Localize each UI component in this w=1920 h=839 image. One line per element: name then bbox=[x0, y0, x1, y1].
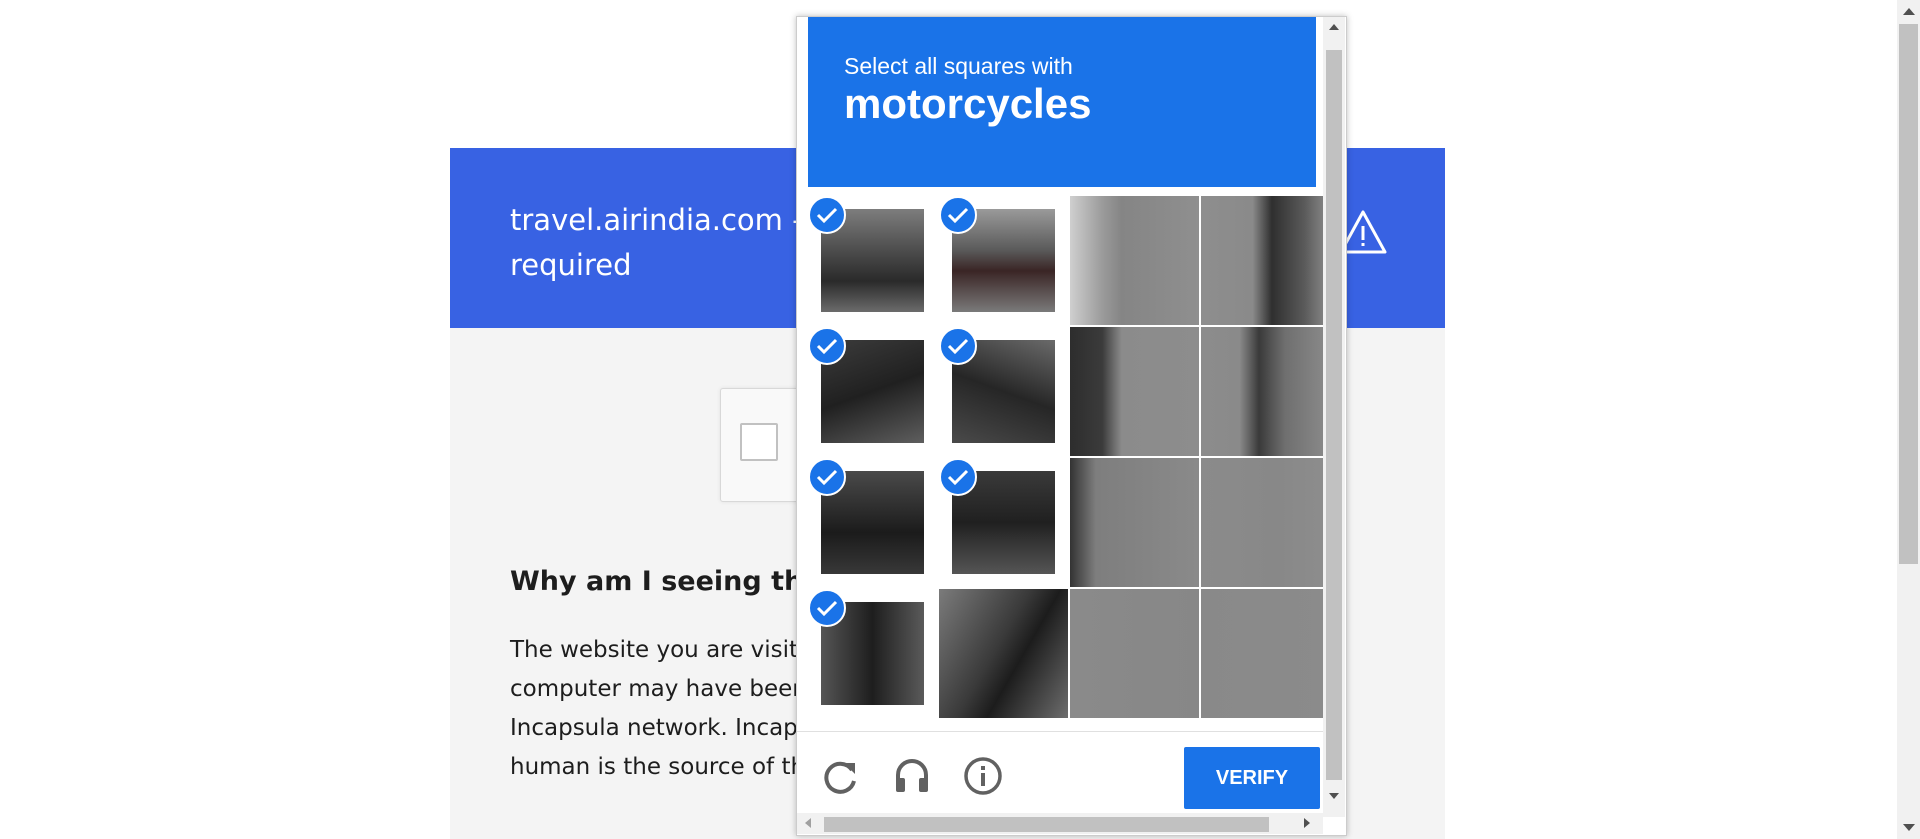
captcha-scroll-down-icon[interactable] bbox=[1329, 793, 1339, 799]
tile-image bbox=[1070, 458, 1199, 587]
captcha-horizontal-scroll-thumb[interactable] bbox=[824, 817, 1269, 832]
tile-image bbox=[1070, 327, 1199, 456]
captcha-tile[interactable] bbox=[1201, 458, 1330, 587]
section-heading: Why am I seeing th bbox=[510, 566, 804, 597]
captcha-tile[interactable] bbox=[939, 458, 1068, 587]
captcha-tile[interactable] bbox=[1070, 589, 1199, 718]
captcha-tile[interactable] bbox=[1201, 327, 1330, 456]
challenge-instructions: Select all squares with motorcycles bbox=[808, 17, 1316, 187]
tile-image bbox=[1070, 589, 1199, 718]
tile-image bbox=[1201, 458, 1330, 587]
tile-image bbox=[1201, 589, 1330, 718]
recaptcha-checkbox[interactable] bbox=[740, 423, 778, 461]
tile-image bbox=[1201, 196, 1330, 325]
captcha-tile[interactable] bbox=[1070, 196, 1199, 325]
captcha-tile[interactable] bbox=[939, 589, 1068, 718]
checkmark-icon bbox=[808, 327, 846, 365]
captcha-scroll-left-icon[interactable] bbox=[805, 818, 811, 828]
recaptcha-challenge: Select all squares with motorcycles VERI… bbox=[796, 16, 1347, 836]
checkmark-icon bbox=[939, 458, 977, 496]
captcha-tile[interactable] bbox=[808, 327, 937, 456]
reload-icon[interactable] bbox=[821, 757, 861, 797]
image-grid bbox=[808, 196, 1330, 724]
scroll-down-arrow-icon[interactable] bbox=[1903, 824, 1915, 831]
captcha-scroll-right-icon[interactable] bbox=[1304, 818, 1310, 828]
captcha-tile[interactable] bbox=[939, 327, 1068, 456]
captcha-vertical-scroll-thumb[interactable] bbox=[1326, 50, 1342, 780]
captcha-scroll-up-icon[interactable] bbox=[1329, 24, 1339, 30]
checkmark-icon bbox=[808, 589, 846, 627]
target-object: motorcycles bbox=[844, 80, 1092, 127]
captcha-tile[interactable] bbox=[1070, 458, 1199, 587]
checkmark-icon bbox=[939, 327, 977, 365]
checkmark-icon bbox=[939, 196, 977, 234]
captcha-tile[interactable] bbox=[1201, 589, 1330, 718]
info-icon[interactable] bbox=[963, 756, 1003, 796]
checkmark-icon bbox=[808, 458, 846, 496]
tile-image bbox=[939, 589, 1068, 718]
page-scrollbar-thumb[interactable] bbox=[1899, 24, 1918, 564]
instruction-text: Select all squares with bbox=[844, 53, 1073, 79]
verify-button[interactable]: VERIFY bbox=[1184, 747, 1320, 809]
captcha-tile[interactable] bbox=[808, 458, 937, 587]
captcha-tile[interactable] bbox=[939, 196, 1068, 325]
headphones-icon[interactable] bbox=[892, 755, 932, 795]
tile-image bbox=[1070, 196, 1199, 325]
tile-image bbox=[1201, 327, 1330, 456]
captcha-tile[interactable] bbox=[1070, 327, 1199, 456]
scroll-up-arrow-icon[interactable] bbox=[1903, 8, 1915, 15]
captcha-tile[interactable] bbox=[1201, 196, 1330, 325]
captcha-tile[interactable] bbox=[808, 196, 937, 325]
captcha-tile[interactable] bbox=[808, 589, 937, 718]
checkmark-icon bbox=[808, 196, 846, 234]
